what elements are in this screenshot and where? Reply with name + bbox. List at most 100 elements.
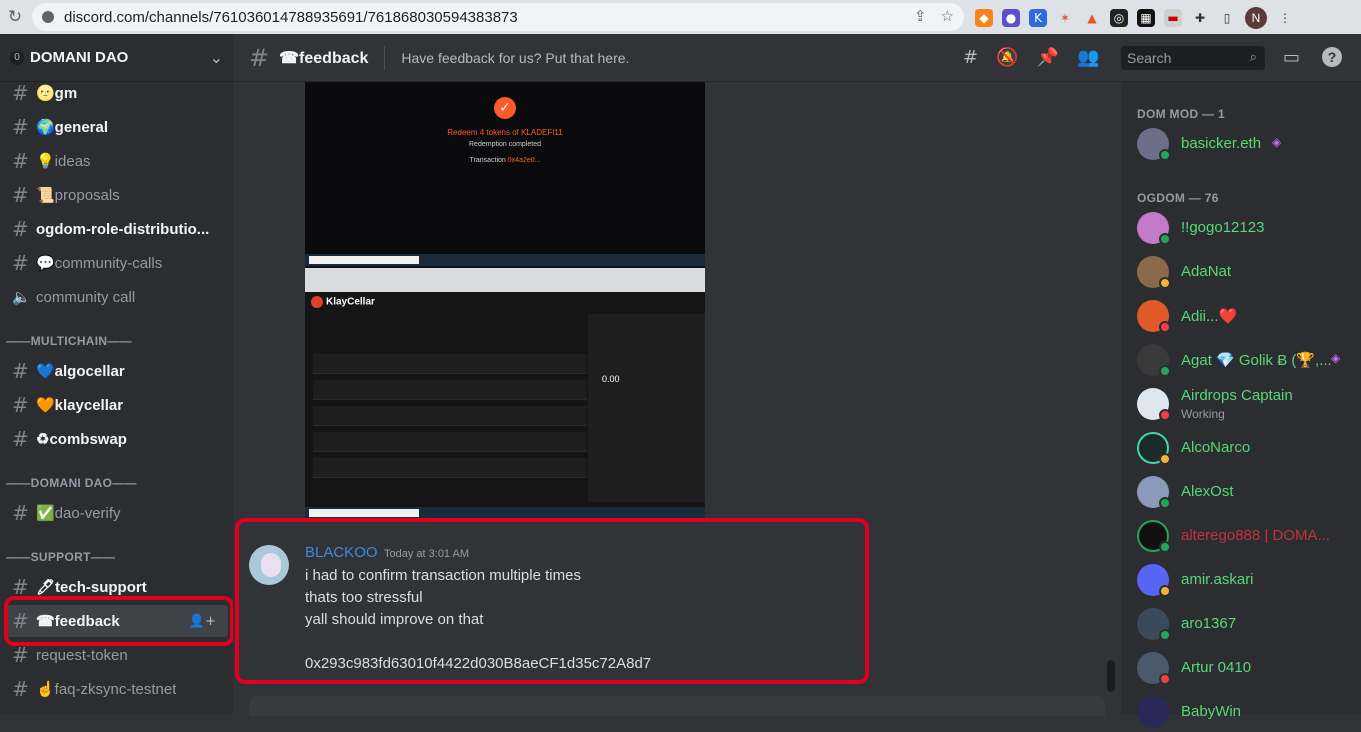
status-indicator	[1159, 409, 1171, 421]
category-label: ——DOMANI DAO——	[6, 476, 137, 490]
inbox-icon[interactable]: ▭	[1283, 47, 1300, 68]
category-support[interactable]: ——SUPPORT——	[6, 550, 115, 564]
bookmark-star-icon[interactable]: ☆	[941, 7, 954, 25]
member-name: amir.askari	[1181, 571, 1254, 588]
pin-icon[interactable]: 📌	[1037, 47, 1059, 68]
grid-extension-icon[interactable]: ▦	[1137, 9, 1155, 27]
member-item[interactable]: AlexOst	[1137, 472, 1357, 512]
status-indicator	[1159, 585, 1171, 597]
avatar	[1137, 696, 1169, 728]
taskbar-search	[309, 509, 419, 517]
member-name: AlcoNarco	[1181, 439, 1251, 456]
member-item[interactable]: !!gogo12123	[1137, 208, 1357, 248]
scrollbar[interactable]	[1107, 660, 1115, 692]
mute-bell-icon[interactable]: 🔕	[996, 47, 1018, 68]
channel-faq-zksync-testnet[interactable]: # ☝faq-zksync-testnet	[6, 673, 228, 705]
member-item[interactable]: AlcoNarco	[1137, 428, 1357, 468]
member-item[interactable]: BabyWin	[1137, 692, 1357, 732]
header-divider	[384, 45, 386, 70]
mint-redeem-panel: 0.00	[588, 314, 705, 502]
channel-general[interactable]: # 🌍general	[6, 111, 228, 143]
category-label: ——MULTICHAIN——	[6, 334, 132, 348]
channel-topic[interactable]: Have feedback for us? Put that here.	[401, 50, 629, 66]
member-item[interactable]: aro1367	[1137, 604, 1357, 644]
reload-icon[interactable]: ↻	[0, 7, 30, 27]
lock-icon[interactable]	[42, 11, 54, 23]
hash-icon: #	[12, 643, 29, 667]
transaction-hash: 0x4a2e0...	[507, 157, 541, 164]
profile-avatar[interactable]: N	[1245, 7, 1267, 29]
image-attachment[interactable]: ✓ Redeem 4 tokens of KLADEFI11 Redemptio…	[305, 82, 705, 519]
channel-request-token[interactable]: # request-token	[6, 639, 228, 671]
server-header[interactable]: 0 DOMANI DAO ⌄	[0, 34, 233, 82]
member-item[interactable]: alterego888 | DOMA...	[1137, 516, 1357, 556]
member-name: Artur 0410	[1181, 659, 1252, 676]
threads-icon[interactable]: #	[963, 47, 978, 68]
hash-icon: #	[12, 217, 29, 241]
hash-icon: #	[12, 81, 29, 105]
channel-label: 🖊tech-support	[36, 579, 147, 596]
status-indicator	[1159, 277, 1171, 289]
header-icons: # 🔕 📌 👥	[963, 47, 1099, 68]
channel-algocellar[interactable]: # 💙algocellar	[6, 355, 228, 387]
status-indicator	[1159, 497, 1171, 509]
member-item[interactable]: amir.askari	[1137, 560, 1357, 600]
taskbar	[305, 254, 705, 266]
browser-chrome: ↻ discord.com/channels/76103601478893569…	[0, 0, 1361, 34]
channel-dao-verify[interactable]: # ✅dao-verify	[6, 497, 228, 529]
status-indicator	[1159, 365, 1171, 377]
member-item[interactable]: Adii...❤️	[1137, 296, 1357, 336]
help-icon[interactable]: ?	[1322, 47, 1342, 67]
member-item[interactable]: basicker.eth ◈	[1137, 124, 1357, 164]
extension-icon[interactable]: ●	[1002, 9, 1020, 27]
kaikas-extension-icon[interactable]: K	[1029, 9, 1047, 27]
hash-icon: #	[12, 427, 29, 451]
category-domani-dao[interactable]: ——DOMANI DAO——	[6, 476, 137, 490]
member-item[interactable]: Artur 0410	[1137, 648, 1357, 688]
chevron-down-icon[interactable]: ⌄	[210, 48, 223, 67]
arweave-extension-icon[interactable]: ▲	[1083, 9, 1101, 27]
redeem-title: Redeem 4 tokens of KLADEFI11	[447, 128, 563, 137]
channel-klaycellar[interactable]: # 🧡klaycellar	[6, 389, 228, 421]
hash-icon: #	[12, 677, 29, 701]
member-item[interactable]: Airdrops Captain Working	[1137, 384, 1357, 424]
member-name: BabyWin	[1181, 703, 1242, 720]
channel-label: ogdom-role-distributio...	[36, 220, 210, 238]
channel-label: 💙algocellar	[36, 363, 125, 380]
url-text[interactable]: discord.com/channels/761036014788935691/…	[64, 9, 518, 26]
side-panel-icon[interactable]: ▯	[1218, 9, 1236, 27]
metamask-extension-icon[interactable]: ◆	[975, 9, 993, 27]
message-input[interactable]	[249, 696, 1105, 716]
embedded-browser-bar	[305, 268, 705, 292]
klaycellar-logo: KlayCellar	[311, 296, 375, 308]
channel-label: request-token	[36, 646, 128, 664]
redeem-status: Redemption completed	[469, 141, 541, 148]
member-item[interactable]: AdaNat	[1137, 252, 1357, 292]
search-input[interactable]: Search ⌕	[1121, 46, 1265, 70]
nitro-badge-icon: ◈	[1272, 135, 1282, 149]
channel-proposals[interactable]: # 📜proposals	[6, 179, 228, 211]
sphere-extension-icon[interactable]: ◎	[1110, 9, 1128, 27]
voice-channel-community-call[interactable]: 🔈 community call	[6, 281, 228, 313]
status-indicator	[1159, 233, 1171, 245]
channel-community-calls[interactable]: # 💬community-calls	[6, 247, 228, 279]
share-icon[interactable]: ⇪	[914, 7, 927, 25]
channel-ideas[interactable]: # 💡ideas	[6, 145, 228, 177]
category-multichain[interactable]: ——MULTICHAIN——	[6, 334, 132, 348]
channel-combswap[interactable]: # ♻combswap	[6, 423, 228, 455]
transaction-line: Transaction 0x4a2e0...	[305, 157, 705, 164]
member-status: Working	[1181, 407, 1225, 421]
menu-kebab-icon[interactable]: ⋮	[1276, 9, 1294, 27]
hash-icon: #	[12, 183, 29, 207]
server-badge: 0	[10, 50, 24, 65]
member-list-icon[interactable]: 👥	[1077, 47, 1099, 68]
member-item[interactable]: Agat 💎 Golik Ƀ (🏆,... ◈	[1137, 340, 1357, 380]
flag-extension-icon[interactable]: ▬	[1164, 9, 1182, 27]
star-extension-icon[interactable]: ✶	[1056, 9, 1074, 27]
address-bar[interactable]: discord.com/channels/761036014788935691/…	[32, 3, 964, 31]
member-name: AlexOst	[1181, 483, 1234, 500]
puzzle-extensions-icon[interactable]: ✚	[1191, 9, 1209, 27]
server-name[interactable]: DOMANI DAO	[30, 49, 210, 66]
channel-gm[interactable]: # 🌝gm	[6, 77, 228, 109]
channel-ogdom-role-distribution[interactable]: # ogdom-role-distributio...	[6, 213, 228, 245]
